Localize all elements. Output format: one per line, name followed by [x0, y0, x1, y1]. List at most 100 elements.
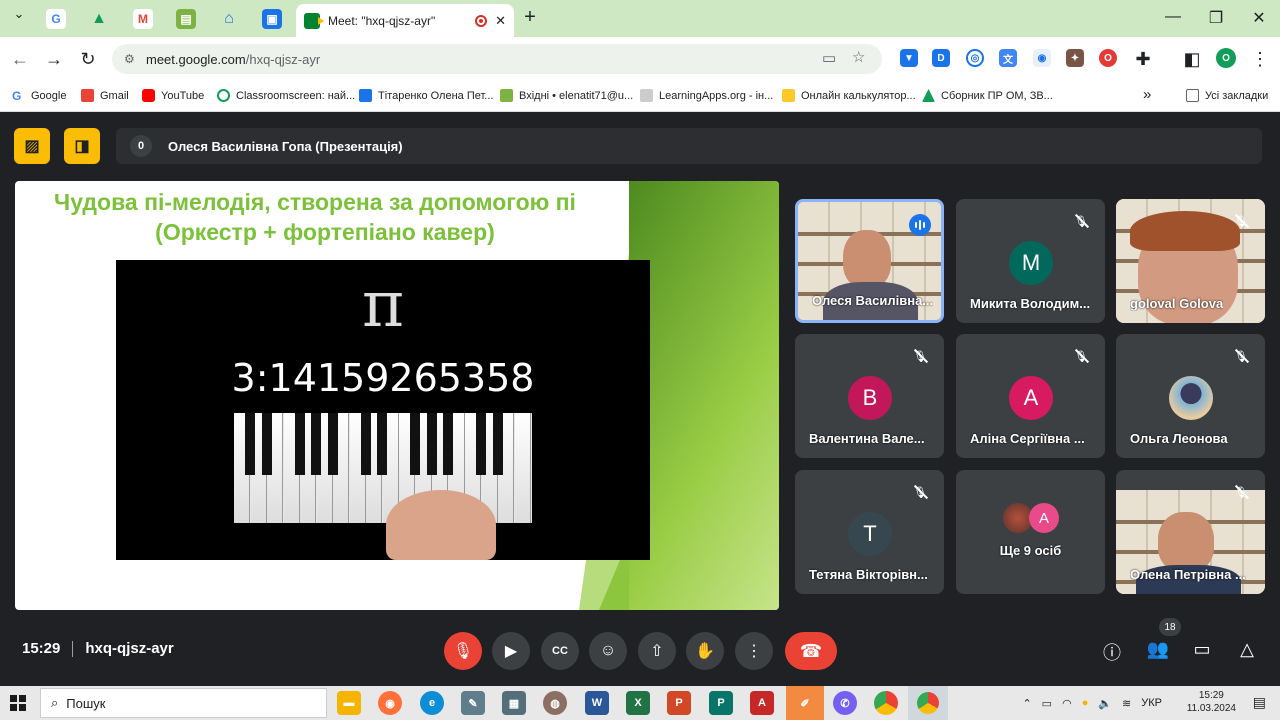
all-bookmarks-folder[interactable]: Усі закладки [1186, 89, 1268, 102]
excel-icon[interactable]: X [626, 691, 650, 715]
captions-button[interactable]: CC [541, 632, 579, 670]
side-panel-icon[interactable]: ◧ [1182, 49, 1202, 70]
app-icon[interactable]: ◍ [543, 691, 567, 715]
tab-meet[interactable]: Meet: "hxq-qjsz-ayr" ✕ [296, 4, 514, 37]
piano-black-key [261, 413, 272, 475]
participant-tile[interactable]: Олеся Василівна... [795, 199, 944, 323]
sites-tab-icon[interactable]: ⌂ [219, 9, 239, 29]
classroom-tab-icon[interactable]: ▤ [176, 9, 196, 29]
participant-tile[interactable]: М Микита Володим... [956, 199, 1105, 323]
more-options-button[interactable]: ⋮ [735, 632, 773, 670]
new-tab-button[interactable]: + [515, 6, 545, 29]
layout-hide-icon[interactable]: ▨ [14, 128, 50, 164]
close-window-icon[interactable]: ✕ [1244, 8, 1274, 28]
people-icon[interactable]: 👥 [1146, 639, 1170, 660]
calculator-icon[interactable]: ▦ [502, 691, 526, 715]
chrome-active-icon[interactable] [908, 686, 948, 720]
participant-name: Аліна Сергіївна ... [970, 431, 1085, 446]
minimize-icon[interactable]: — [1158, 8, 1188, 26]
participant-tile[interactable]: В Валентина Вале... [795, 334, 944, 458]
publisher-icon[interactable]: P [709, 691, 733, 715]
paint-icon[interactable]: ✐ [786, 686, 824, 720]
tray-chevron-icon[interactable]: ⌃ [1022, 697, 1031, 710]
owl-extension-icon[interactable]: ✦ [1066, 49, 1084, 67]
participant-tile[interactable]: goloval Golova [1116, 199, 1265, 323]
powerpoint-icon[interactable]: P [667, 691, 691, 715]
acrobat-icon[interactable]: A [750, 691, 774, 715]
slide-video[interactable]: π 3:14159265358 [116, 260, 650, 560]
piano-black-key [245, 413, 255, 475]
gmail-tab-icon[interactable]: M [133, 9, 153, 29]
notepad-icon[interactable]: ✎ [461, 691, 485, 715]
mic-off-button[interactable]: 🎙 [444, 632, 482, 670]
forward-icon[interactable]: → [44, 49, 64, 70]
raise-hand-button[interactable]: ✋ [686, 632, 724, 670]
bookmark-titarenko[interactable]: Тітаренко Олена Пет... [359, 89, 493, 102]
slide-title: Чудова пі-мелодія, створена за допомогою… [54, 189, 576, 245]
activities-icon[interactable]: △ [1235, 639, 1259, 660]
google-tab-icon[interactable]: G [46, 9, 66, 29]
drive-tab-icon[interactable]: ▲ [89, 9, 109, 29]
battery-icon[interactable]: ▭ [1042, 697, 1052, 710]
bookmark-classroomscreen[interactable]: Classroomscreen: най... [217, 89, 355, 102]
start-icon[interactable] [10, 695, 26, 711]
reload-icon[interactable]: ↻ [78, 49, 98, 70]
more-participants-tile[interactable]: А Ще 9 осіб [956, 470, 1105, 594]
maximize-icon[interactable]: ❐ [1201, 8, 1231, 28]
viber-icon[interactable]: ✆ [833, 691, 857, 715]
taskbar-clock[interactable]: 15:29 11.03.2024 [1187, 689, 1236, 715]
bookmark-star-icon[interactable]: ☆ [852, 48, 865, 66]
bookmark-gmail[interactable]: Gmail [81, 89, 129, 102]
screen-extension-icon[interactable]: ◉ [1033, 49, 1051, 67]
chat-icon[interactable]: ▭ [1190, 639, 1214, 660]
bookmark-google[interactable]: G Google [12, 89, 66, 103]
file-explorer-icon[interactable]: ▬ [337, 691, 361, 715]
bookmark-inbox[interactable]: Вхідні • elenatit71@u... [500, 89, 633, 102]
volume-icon[interactable]: 🔈 [1098, 697, 1112, 710]
d-extension-icon[interactable]: D [932, 49, 950, 67]
bookmark-learningapps[interactable]: LearningApps.org - ін... [640, 89, 773, 102]
participant-tile[interactable]: Ольга Леонова [1116, 334, 1265, 458]
menu-kebab-icon[interactable]: ⋮ [1250, 49, 1270, 70]
bookmark-calculator[interactable]: Онлайн калькулятор... [782, 89, 916, 102]
word-icon[interactable]: W [585, 691, 609, 715]
contacts-tab-icon[interactable]: ▣ [262, 9, 282, 29]
shield-extension-icon[interactable]: ▼ [900, 49, 918, 67]
firefox-icon[interactable]: ◉ [378, 691, 402, 715]
bookmark-youtube[interactable]: YouTube [142, 89, 204, 102]
stop-extension-icon[interactable]: O [1099, 49, 1117, 67]
emoji-button[interactable]: ☺ [589, 632, 627, 670]
bookmark-drive-collection[interactable]: Сборник ПР ОМ, ЗВ... [922, 89, 1053, 102]
close-tab-icon[interactable]: ✕ [495, 13, 506, 29]
camera-button[interactable]: ▶ [492, 632, 530, 670]
tab-search-icon[interactable]: ⌄ [4, 6, 34, 22]
notifications-icon[interactable]: ▤ [1253, 694, 1266, 711]
participant-tile[interactable]: Олена Петрівна ... [1116, 470, 1265, 594]
translate-extension-icon[interactable]: 文 [999, 49, 1017, 67]
network-icon[interactable]: ≋ [1122, 697, 1131, 710]
taskbar-search[interactable]: ⌕ Пошук [40, 688, 327, 718]
recording-icon [475, 14, 488, 27]
wifi-icon[interactable]: ◠ [1062, 697, 1072, 710]
end-call-button[interactable]: ☎ [785, 632, 837, 670]
present-button[interactable]: ⇧ [638, 632, 676, 670]
participant-tile[interactable]: Т Тетяна Вікторівн... [795, 470, 944, 594]
extensions-puzzle-icon[interactable]: ✚ [1133, 49, 1153, 70]
site-info-icon[interactable]: ⚙ [124, 52, 138, 66]
meeting-details-icon[interactable]: ⓘ [1100, 639, 1124, 665]
piano-black-key [443, 413, 453, 475]
circle-extension-icon[interactable]: ◎ [966, 49, 984, 67]
piano-black-key [476, 413, 486, 475]
bookmarks-more-icon[interactable]: » [1143, 86, 1151, 103]
address-bar[interactable]: ⚙ meet.google.com/hxq-qjsz-ayr [112, 44, 882, 74]
fullscreen-exit-icon[interactable]: ◨ [64, 128, 100, 164]
back-icon[interactable]: ← [10, 49, 30, 70]
camera-in-use-icon[interactable]: ▭ [822, 49, 836, 67]
participant-video [843, 230, 891, 288]
participant-tile[interactable]: А Аліна Сергіївна ... [956, 334, 1105, 458]
language-indicator[interactable]: УКР [1141, 697, 1162, 709]
norton-icon[interactable]: ● [1082, 697, 1089, 709]
edge-icon[interactable]: e [420, 691, 444, 715]
chrome-icon[interactable] [874, 691, 898, 715]
profile-avatar[interactable]: O [1216, 48, 1236, 68]
